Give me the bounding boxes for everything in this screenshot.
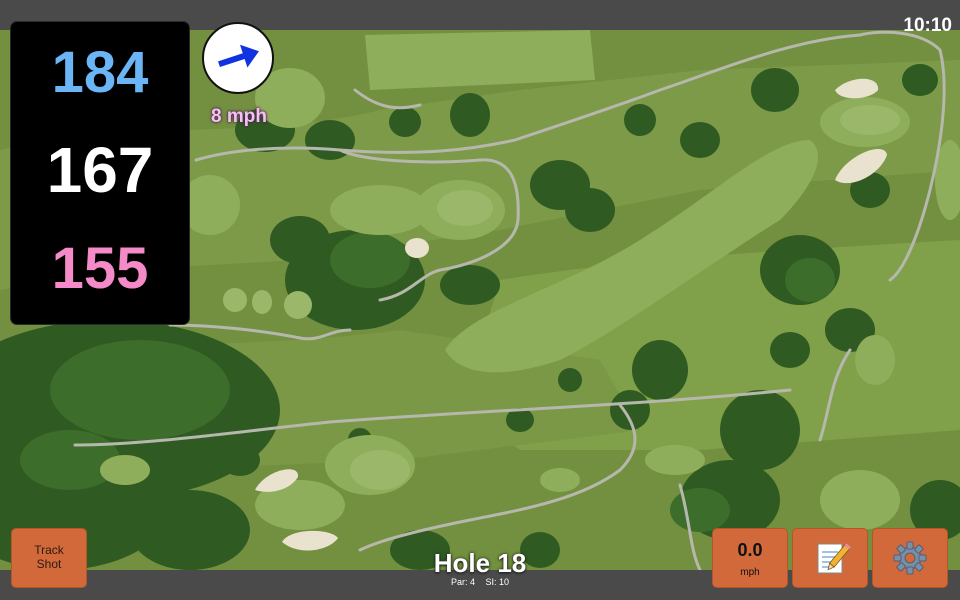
wind-indicator[interactable] (202, 22, 274, 94)
track-shot-label: Track Shot (34, 543, 64, 571)
track-shot-button[interactable]: Track Shot (11, 528, 87, 588)
wind-direction-arrow-icon (218, 44, 259, 68)
speed-value: 0.0 (737, 540, 763, 560)
middle-yardage: 167 (46, 134, 154, 206)
speed-unit: mph (740, 567, 760, 578)
settings-button[interactable] (872, 528, 948, 588)
hole-meta: Par: 4 SI: 10 (380, 577, 580, 587)
hole-par: Par: 4 (450, 577, 475, 587)
wind-speed-label: 8 mph (211, 106, 267, 127)
hole-title: Hole 18 (433, 548, 527, 578)
yardage-panel[interactable]: 184 167 155 (11, 22, 189, 324)
clock: 10:10 (903, 15, 952, 36)
speed-button[interactable]: 0.0 mph (712, 528, 788, 588)
back-yardage: 184 (51, 40, 149, 105)
memo-icon (817, 543, 851, 574)
hole-stroke-index: SI: 10 (485, 577, 510, 587)
gear-icon (893, 541, 927, 575)
notes-button[interactable] (792, 528, 868, 588)
golf-gps-screen: 10:10 184 167 155 8 mph Track Shot Hole … (0, 0, 960, 600)
front-yardage: 155 (51, 236, 149, 301)
